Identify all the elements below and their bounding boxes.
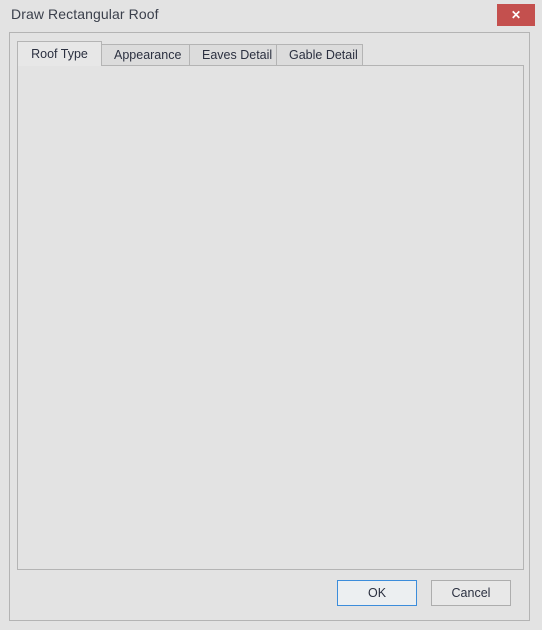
window-title: Draw Rectangular Roof <box>11 6 159 22</box>
tab-appearance-label: Appearance <box>114 48 182 62</box>
close-icon: ✕ <box>510 8 522 22</box>
tab-content-panel <box>17 65 524 570</box>
tab-roof-type-label: Roof Type <box>31 47 88 61</box>
tab-strip: Roof Type Appearance Eaves Detail Gable … <box>17 41 524 66</box>
tab-appearance[interactable]: Appearance <box>101 44 190 66</box>
ok-button[interactable]: OK <box>337 580 417 606</box>
tab-eaves-detail[interactable]: Eaves Detail <box>189 44 277 66</box>
cancel-button[interactable]: Cancel <box>431 580 511 606</box>
title-bar: Draw Rectangular Roof ✕ <box>0 0 542 30</box>
tab-roof-type[interactable]: Roof Type <box>17 41 102 66</box>
tab-gable-detail[interactable]: Gable Detail <box>276 44 363 66</box>
tab-gable-detail-label: Gable Detail <box>289 48 358 62</box>
tab-eaves-detail-label: Eaves Detail <box>202 48 273 62</box>
close-button[interactable]: ✕ <box>497 4 535 26</box>
